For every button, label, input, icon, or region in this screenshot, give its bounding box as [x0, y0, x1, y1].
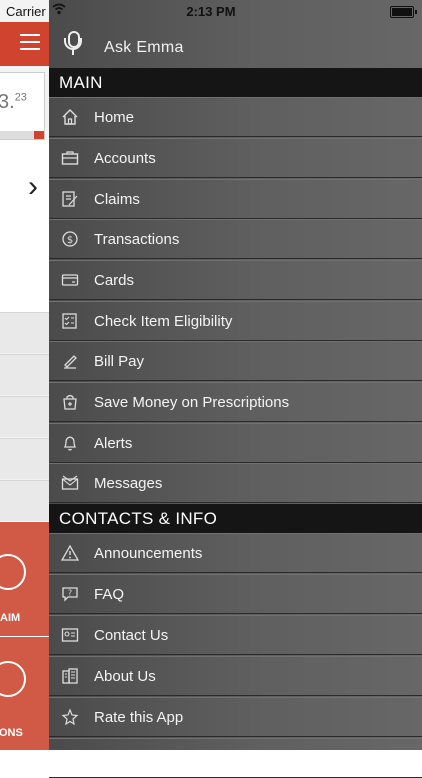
- side-menu: Ask Emma MAIN Home Accounts Claims $ Tra…: [49, 0, 422, 778]
- menu-item-label: Transactions: [94, 231, 180, 248]
- menu-item-cards[interactable]: Cards: [49, 260, 422, 300]
- battery-icon: [390, 6, 417, 18]
- ask-emma-button[interactable]: Ask Emma: [49, 22, 422, 68]
- claim-form-icon: [61, 190, 79, 208]
- bill-pay-icon: [61, 352, 79, 370]
- menu-item-label: Cards: [94, 272, 135, 289]
- menu-item-transactions[interactable]: $ Transactions: [49, 219, 422, 259]
- menu-item-label: Announcements: [94, 545, 203, 562]
- menu-item-label: Check Item Eligibility: [94, 313, 233, 330]
- balance-bar-fill: [34, 131, 44, 139]
- menu-item-check-eligibility[interactable]: Check Item Eligibility: [49, 301, 422, 341]
- menu-item-contact-us[interactable]: Contact Us: [49, 615, 422, 655]
- section-header-contacts: CONTACTS & INFO: [49, 504, 422, 533]
- menu-item-label: Contact Us: [94, 627, 169, 644]
- section-title: CONTACTS & INFO: [59, 509, 218, 528]
- menu-item-label: Claims: [94, 191, 140, 208]
- building-icon: [61, 667, 79, 685]
- menu-item-label: Messages: [94, 475, 163, 492]
- prescription-bag-icon: [61, 393, 79, 411]
- menu-item-save-money[interactable]: Save Money on Prescriptions: [49, 382, 422, 422]
- menu-item-label: About Us: [94, 668, 156, 685]
- list-row[interactable]: [0, 480, 49, 521]
- clock: 2:13 PM: [186, 4, 236, 19]
- balance-bar: [0, 131, 34, 139]
- envelope-icon: [61, 474, 79, 492]
- menu-item-label: Home: [94, 109, 135, 126]
- list-row[interactable]: [0, 396, 49, 437]
- warning-icon: [60, 544, 80, 562]
- bell-icon: [61, 434, 79, 452]
- contact-card-icon: [61, 626, 79, 644]
- menu-item-rate-app[interactable]: Rate this App: [49, 697, 422, 737]
- menu-item-messages[interactable]: Messages: [49, 463, 422, 503]
- briefcase-icon: [61, 149, 79, 167]
- tile-circle-icon: [0, 661, 26, 697]
- menu-item-announcements[interactable]: Announcements: [49, 533, 422, 573]
- eligibility-checklist-icon: [61, 312, 79, 330]
- section-header-main: MAIN: [49, 68, 422, 97]
- section-title: MAIN: [59, 73, 103, 92]
- menu-item-about-us[interactable]: About Us: [49, 656, 422, 696]
- menu-item-bill-pay[interactable]: Bill Pay: [49, 341, 422, 381]
- background-app: 3.23 › AIM ONS: [0, 0, 49, 750]
- list-row[interactable]: [0, 438, 49, 479]
- balance-card[interactable]: 3.23: [0, 72, 45, 140]
- balance-amount: 3.23: [0, 91, 27, 113]
- action-tile[interactable]: ONS: [0, 636, 49, 750]
- list-row[interactable]: [0, 354, 49, 395]
- menu-item-home[interactable]: Home: [49, 97, 422, 137]
- question-chat-icon: ?: [61, 585, 79, 603]
- app-header: [0, 22, 49, 66]
- menu-item-label: Rate this App: [94, 709, 184, 726]
- menu-item-claims[interactable]: Claims: [49, 179, 422, 219]
- list-row[interactable]: [0, 312, 49, 353]
- menu-item-label: FAQ: [94, 586, 125, 603]
- status-bar: Carrier 2:13 PM: [0, 0, 422, 22]
- action-tile[interactable]: AIM: [0, 521, 49, 636]
- menu-item-label: Bill Pay: [94, 353, 145, 370]
- menu-item-label: Accounts: [94, 150, 156, 167]
- tile-label: AIM: [0, 612, 21, 624]
- home-icon: [61, 108, 79, 126]
- ask-emma-label: Ask Emma: [104, 39, 184, 56]
- menu-item-faq[interactable]: ? FAQ: [49, 574, 422, 614]
- chevron-right-icon[interactable]: ›: [28, 170, 38, 204]
- star-hand-icon: [61, 708, 79, 726]
- card-icon: [61, 271, 79, 289]
- microphone-icon: [64, 31, 82, 55]
- dollar-circle-icon: $: [61, 230, 79, 248]
- svg-text:$: $: [67, 235, 73, 246]
- svg-text:?: ?: [68, 589, 72, 598]
- summary-panel: [0, 140, 49, 312]
- tile-circle-icon: [0, 554, 26, 590]
- menu-item-label: Alerts: [94, 435, 133, 452]
- menu-item-alerts[interactable]: Alerts: [49, 423, 422, 463]
- menu-item-label: Save Money on Prescriptions: [94, 394, 290, 411]
- menu-item-partial[interactable]: [49, 738, 422, 778]
- tile-label: ONS: [0, 727, 23, 739]
- hamburger-menu-icon[interactable]: [20, 34, 40, 50]
- menu-item-accounts[interactable]: Accounts: [49, 138, 422, 178]
